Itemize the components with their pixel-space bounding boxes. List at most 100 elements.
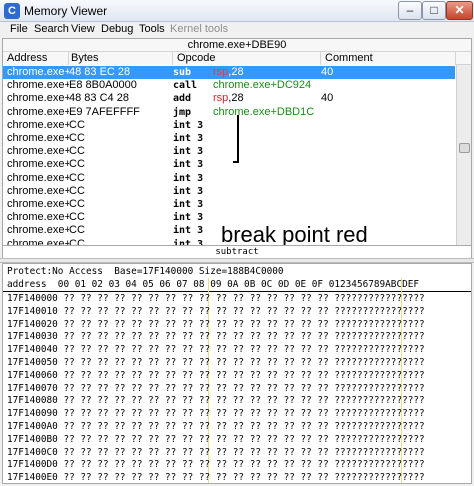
row-address: chrome.exe+ — [7, 145, 69, 158]
hex-row[interactable]: 17F140080 ?? ?? ?? ?? ?? ?? ?? ?? ?? ?? … — [7, 395, 425, 407]
row-bytes: E9 7AFEFFFF — [69, 105, 140, 118]
row-address: chrome.exe+ — [7, 224, 69, 237]
memory-region-info: Protect:No Access Base=17F140000 Size=18… — [7, 266, 284, 277]
immediate-operand: ,28 — [228, 66, 244, 78]
row-bytes: CC — [69, 158, 85, 171]
row-bytes: CC — [69, 145, 85, 158]
disassembly-row[interactable]: chrome.exe+ CC int 3 — [3, 185, 455, 198]
row-opcode: call — [173, 80, 198, 92]
immediate-operand: ,28 — [228, 92, 244, 105]
row-opcode: int 3 — [173, 146, 204, 158]
row-bytes: 48 83 EC 28 — [69, 66, 131, 78]
annotation-line — [237, 115, 239, 163]
hex-row[interactable]: 17F140040 ?? ?? ?? ?? ?? ?? ?? ?? ?? ?? … — [7, 344, 425, 356]
disassembler-scrollbar[interactable] — [456, 65, 471, 245]
header-address[interactable]: Address — [3, 52, 69, 65]
close-button[interactable]: ✕ — [446, 1, 473, 20]
row-bytes: CC — [69, 171, 85, 184]
disassembly-row[interactable]: chrome.exe+ CC int 3 — [3, 132, 455, 145]
hex-row[interactable]: 17F1400B0 ?? ?? ?? ?? ?? ?? ?? ?? ?? ?? … — [7, 434, 425, 446]
menu-view[interactable]: View — [71, 23, 95, 35]
symbol-operand: chrome.exe+DBD1C — [213, 105, 315, 118]
row-address: chrome.exe+ — [7, 211, 69, 224]
row-bytes: CC — [69, 224, 85, 237]
row-address: chrome.exe+ — [7, 171, 69, 184]
scrollbar-thumb[interactable] — [459, 143, 470, 153]
menu-search[interactable]: Search — [34, 23, 69, 35]
address-banner: chrome.exe+DBE90 — [3, 39, 471, 52]
header-comment[interactable]: Comment — [321, 52, 456, 65]
disassembly-row[interactable]: chrome.exe+ 48 83 C4 28 add rsp,28 40 — [3, 92, 455, 105]
hex-row[interactable]: 17F140000 ?? ?? ?? ?? ?? ?? ?? ?? ?? ?? … — [7, 293, 425, 305]
row-address: chrome.exe+ — [7, 118, 69, 131]
row-address: chrome.exe+ — [7, 92, 69, 105]
disassembler-view[interactable]: chrome.exe+DBE90 Address Bytes Opcode Co… — [2, 38, 472, 246]
row-address: chrome.exe+ — [7, 237, 69, 246]
disassembly-row[interactable]: chrome.exe+ CC int 3 — [3, 172, 455, 185]
row-opcode: sub — [173, 67, 192, 78]
menu-tools[interactable]: Tools — [139, 23, 165, 35]
disassembly-row[interactable]: chrome.exe+ E8 8B0A0000 call chrome.exe+DC9… — [3, 79, 455, 92]
row-opcode: int 3 — [173, 172, 204, 184]
row-bytes: E8 8B0A0000 — [69, 79, 137, 92]
row-opcode: int 3 — [173, 212, 204, 224]
hex-row[interactable]: 17F1400A0 ?? ?? ?? ?? ?? ?? ?? ?? ?? ?? … — [7, 421, 425, 433]
hex-row[interactable]: 17F140090 ?? ?? ?? ?? ?? ?? ?? ?? ?? ?? … — [7, 408, 425, 420]
hex-row[interactable]: 17F140020 ?? ?? ?? ?? ?? ?? ?? ?? ?? ?? … — [7, 319, 425, 331]
header-opcode[interactable]: Opcode — [173, 52, 321, 65]
header-bytes[interactable]: Bytes — [69, 52, 173, 65]
row-opcode: int 3 — [173, 238, 204, 246]
disassembly-row[interactable]: chrome.exe+ 48 83 EC 28 sub rsp,28 40 — [3, 66, 455, 79]
row-bytes: CC — [69, 132, 85, 144]
menu-kernel-tools[interactable]: Kernel tools — [170, 23, 228, 35]
row-bytes: CC — [69, 237, 85, 246]
disassembly-row[interactable]: chrome.exe+ CC int 3 — [3, 119, 455, 132]
hex-row[interactable]: 17F140060 ?? ?? ?? ?? ?? ?? ?? ?? ?? ?? … — [7, 370, 425, 382]
row-address: chrome.exe+ — [7, 158, 69, 171]
hex-row[interactable]: 17F140050 ?? ?? ?? ?? ?? ?? ?? ?? ?? ?? … — [7, 357, 425, 369]
row-opcode: int 3 — [173, 199, 204, 210]
row-operands: chrome.exe+DBD1C — [213, 106, 321, 119]
annotation-text: break point red — [221, 222, 368, 246]
row-bytes: CC — [69, 118, 85, 131]
disassembly-row[interactable]: chrome.exe+ CC int 3 — [3, 198, 455, 211]
hex-view[interactable]: Protect:No Access Base=17F140000 Size=18… — [2, 263, 472, 484]
menu-debug[interactable]: Debug — [101, 23, 133, 35]
row-comment: 40 — [321, 92, 334, 105]
row-opcode: int 3 — [173, 119, 204, 131]
cheat-engine-icon: C — [4, 3, 20, 19]
window-title: Memory Viewer — [24, 4, 108, 18]
minimize-button[interactable]: – — [398, 1, 422, 20]
row-address: chrome.exe+ — [7, 79, 69, 92]
hex-row[interactable]: 17F1400E0 ?? ?? ?? ?? ?? ?? ?? ?? ?? ?? … — [7, 472, 425, 483]
row-operands: chrome.exe+DC924 — [213, 79, 321, 92]
row-operands: rsp,28 — [213, 92, 321, 105]
menu-file[interactable]: File — [10, 23, 28, 35]
menu-bar: File Search View Debug Tools Kernel tool… — [0, 22, 474, 38]
row-bytes: CC — [69, 211, 85, 224]
hex-row[interactable]: 17F1400D0 ?? ?? ?? ?? ?? ?? ?? ?? ?? ?? … — [7, 459, 425, 471]
hex-header: address 00 01 02 03 04 05 06 07 08 09 0A… — [7, 279, 420, 290]
row-operands: rsp,28 — [213, 66, 321, 79]
row-opcode: int 3 — [173, 225, 204, 237]
row-address: chrome.exe+ — [7, 184, 69, 197]
hex-row[interactable]: 17F140070 ?? ?? ?? ?? ?? ?? ?? ?? ?? ?? … — [7, 383, 425, 395]
instruction-description: subtract — [2, 246, 472, 258]
disassembly-row[interactable]: chrome.exe+ CC int 3 — [3, 145, 455, 158]
row-address: chrome.exe+ — [7, 198, 69, 210]
disassembly-row[interactable]: chrome.exe+ CC int 3 — [3, 158, 455, 171]
register-operand: rsp — [213, 66, 229, 78]
row-address: chrome.exe+ — [7, 66, 69, 78]
row-opcode: int 3 — [173, 133, 204, 144]
row-address: chrome.exe+ — [7, 105, 69, 118]
row-bytes: 48 83 C4 28 — [69, 92, 129, 105]
register-operand: rsp — [213, 92, 229, 105]
maximize-button[interactable]: □ — [422, 1, 446, 20]
hex-row[interactable]: 17F1400C0 ?? ?? ?? ?? ?? ?? ?? ?? ?? ?? … — [7, 447, 425, 459]
row-bytes: CC — [69, 184, 85, 197]
title-bar[interactable]: C Memory Viewer – □ ✕ — [0, 0, 474, 22]
hex-row[interactable]: 17F140030 ?? ?? ?? ?? ?? ?? ?? ?? ?? ?? … — [7, 331, 425, 343]
row-opcode: int 3 — [173, 159, 204, 171]
disassembly-row[interactable]: chrome.exe+ E9 7AFEFFFF jmp chrome.exe+DBD1… — [3, 106, 455, 119]
hex-row[interactable]: 17F140010 ?? ?? ?? ?? ?? ?? ?? ?? ?? ?? … — [7, 306, 425, 318]
